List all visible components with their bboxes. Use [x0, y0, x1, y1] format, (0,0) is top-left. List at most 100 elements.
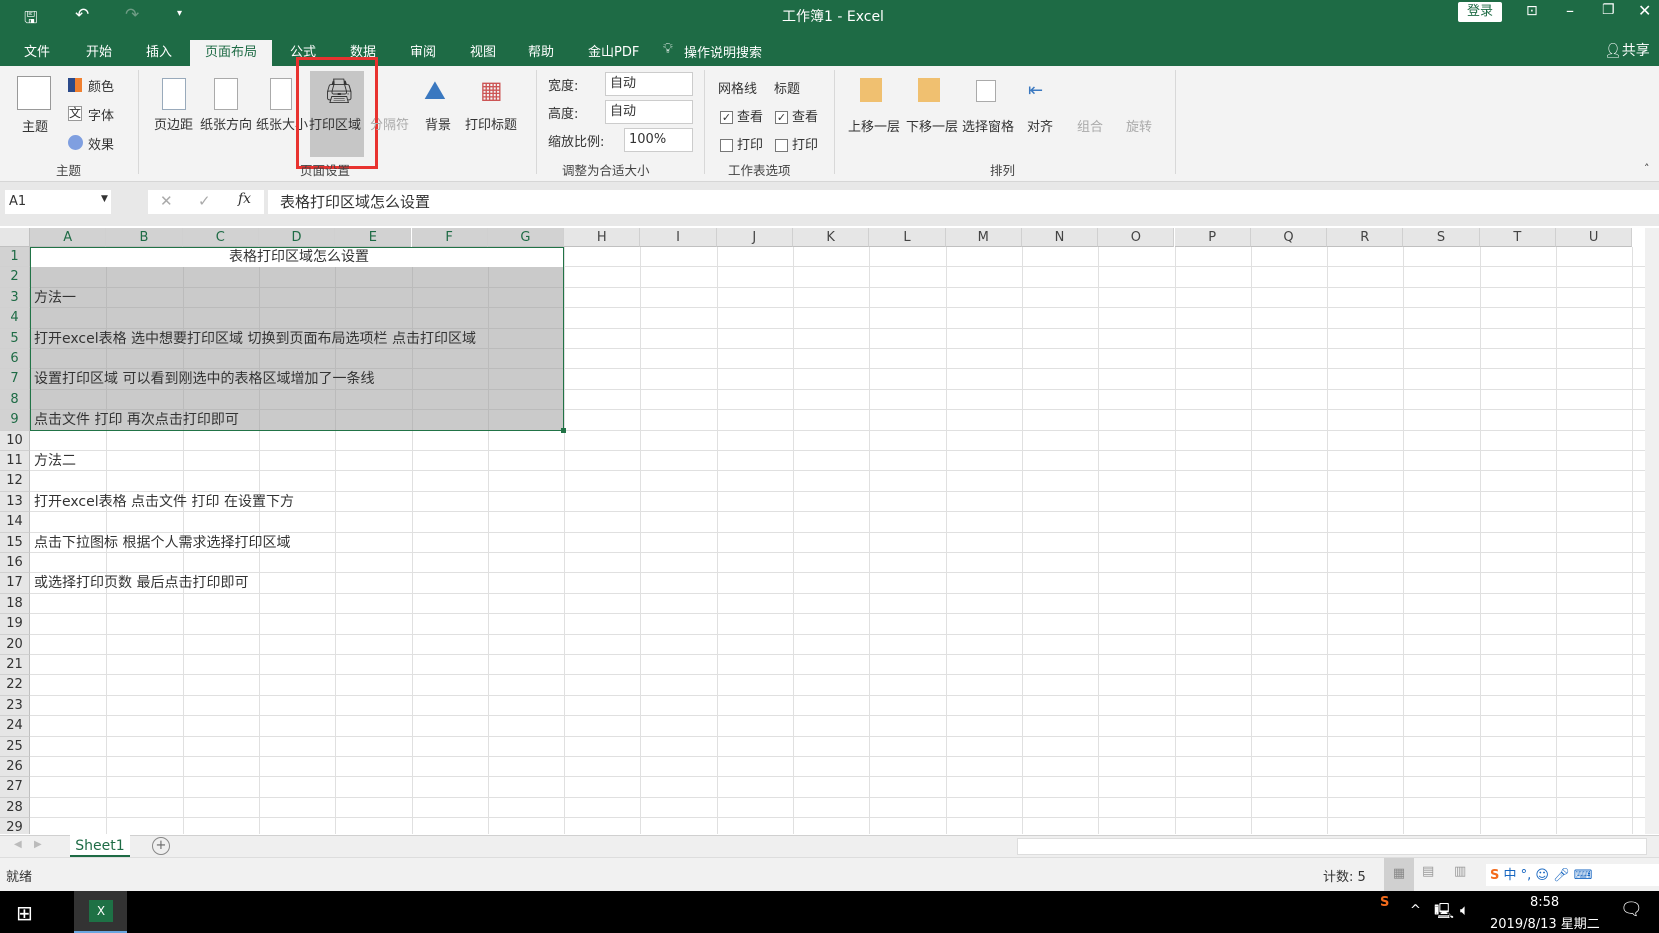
- row-header[interactable]: 6: [0, 349, 30, 370]
- column-header-I[interactable]: I: [640, 228, 717, 247]
- tell-me-search[interactable]: 操作说明搜索: [684, 42, 762, 61]
- tab-9[interactable]: 金山PDF: [578, 40, 649, 66]
- tab-2[interactable]: 插入: [136, 40, 182, 66]
- cell-text[interactable]: 打开excel表格 选中想要打印区域 切换到页面布局选项栏 点击打印区域: [30, 329, 476, 349]
- row-header[interactable]: 20: [0, 634, 30, 655]
- windows-start-icon[interactable]: ⊞: [16, 901, 33, 925]
- column-header-T[interactable]: T: [1479, 228, 1556, 247]
- tab-8[interactable]: 帮助: [518, 40, 564, 66]
- width-select[interactable]: 自动: [605, 72, 693, 96]
- column-header-R[interactable]: R: [1327, 228, 1404, 247]
- column-header-M[interactable]: M: [945, 228, 1022, 247]
- row-header[interactable]: 5: [0, 328, 30, 349]
- column-header-B[interactable]: B: [106, 228, 183, 247]
- row-header[interactable]: 15: [0, 532, 30, 553]
- column-header-F[interactable]: F: [411, 228, 488, 247]
- tab-6[interactable]: 审阅: [400, 40, 446, 66]
- cell-text[interactable]: 或选择打印页数 最后点击打印即可: [30, 573, 248, 593]
- headings-print-checkbox[interactable]: 打印: [775, 134, 818, 153]
- margins-button[interactable]: 页边距: [154, 114, 193, 133]
- close-button[interactable]: ✕: [1638, 1, 1651, 20]
- row-header[interactable]: 9: [0, 410, 30, 431]
- column-header-E[interactable]: E: [335, 228, 412, 247]
- save-icon[interactable]: 🖫: [24, 7, 38, 34]
- row-header[interactable]: 23: [0, 695, 30, 717]
- scale-stepper[interactable]: 100%: [624, 128, 693, 152]
- restore-button[interactable]: ❐: [1602, 2, 1615, 18]
- column-header-O[interactable]: O: [1098, 228, 1175, 247]
- column-header-N[interactable]: N: [1021, 228, 1099, 247]
- gridlines-print-checkbox[interactable]: 打印: [720, 134, 763, 153]
- gridlines-view-checkbox[interactable]: ✓ 查看: [720, 106, 763, 125]
- row-header[interactable]: 21: [0, 655, 30, 676]
- column-header-U[interactable]: U: [1556, 228, 1633, 247]
- cell-text[interactable]: 点击文件 打印 再次点击打印即可: [30, 410, 239, 430]
- cell-text[interactable]: 打开excel表格 点击文件 打印 在设置下方: [30, 492, 294, 512]
- row-header[interactable]: 29: [0, 818, 30, 834]
- page-layout-view-button[interactable]: ▤: [1422, 864, 1434, 879]
- row-header[interactable]: 13: [0, 491, 30, 513]
- scroll-right-icon[interactable]: ▶: [34, 839, 42, 850]
- fonts-button[interactable]: 字体: [88, 105, 114, 124]
- send-backward-button[interactable]: 下移一层: [906, 116, 958, 135]
- column-header-C[interactable]: C: [182, 228, 259, 247]
- horizontal-scrollbar[interactable]: [1017, 838, 1647, 855]
- minimize-button[interactable]: –: [1566, 1, 1574, 20]
- row-header[interactable]: 12: [0, 471, 30, 492]
- column-header-Q[interactable]: Q: [1250, 228, 1328, 247]
- tab-0[interactable]: 文件: [14, 40, 60, 66]
- formula-input[interactable]: 表格打印区域怎么设置: [268, 190, 1659, 214]
- column-header-K[interactable]: K: [793, 228, 870, 247]
- height-select[interactable]: 自动: [605, 100, 693, 124]
- sheet-tab[interactable]: Sheet1: [70, 835, 130, 857]
- row-header[interactable]: 25: [0, 736, 30, 757]
- breaks-button[interactable]: 分隔符: [370, 114, 409, 133]
- ribbon-display-icon[interactable]: ⊡: [1526, 3, 1538, 19]
- vertical-scrollbar[interactable]: [1645, 228, 1659, 834]
- tab-1[interactable]: 开始: [76, 40, 122, 66]
- column-header-P[interactable]: P: [1174, 228, 1251, 247]
- select-all-button[interactable]: [0, 228, 30, 247]
- sogou-icon[interactable]: S: [1380, 895, 1389, 910]
- cell-text[interactable]: 表格打印区域怎么设置: [30, 247, 564, 267]
- column-header-H[interactable]: H: [564, 228, 641, 247]
- scroll-left-icon[interactable]: ◀: [14, 839, 22, 850]
- column-header-J[interactable]: J: [716, 228, 793, 247]
- row-header[interactable]: 19: [0, 614, 30, 635]
- column-header-L[interactable]: L: [869, 228, 946, 247]
- cancel-icon[interactable]: ✕: [160, 192, 173, 210]
- row-header[interactable]: 28: [0, 797, 30, 819]
- column-header-S[interactable]: S: [1403, 228, 1480, 247]
- redo-icon[interactable]: ↷: [125, 5, 139, 25]
- row-header[interactable]: 7: [0, 369, 30, 390]
- excel-taskbar-button[interactable]: X: [74, 891, 127, 933]
- row-header[interactable]: 26: [0, 757, 30, 778]
- clock-time[interactable]: 8:58: [1530, 895, 1559, 910]
- row-header[interactable]: 11: [0, 451, 30, 472]
- row-header[interactable]: 17: [0, 573, 30, 594]
- row-header[interactable]: 8: [0, 389, 30, 411]
- login-button[interactable]: 登录: [1458, 2, 1502, 22]
- clock-date[interactable]: 2019/8/13 星期二: [1490, 913, 1600, 932]
- collapse-ribbon-icon[interactable]: ˄: [1644, 162, 1650, 175]
- effects-button[interactable]: 效果: [88, 134, 114, 153]
- ime-toolbar[interactable]: S 中 °, ☺ 🎤︎ ⌨: [1486, 864, 1659, 886]
- cell-text[interactable]: 方法一: [30, 288, 76, 308]
- worksheet-grid[interactable]: A B C D E F G H I J K L M N O P Q R S T U 1 2 3 4 5 6 7 8 9 10 11 12 13 14…: [0, 228, 1645, 834]
- cell-text[interactable]: 方法二: [30, 451, 76, 471]
- add-sheet-button[interactable]: +: [152, 837, 170, 855]
- selection-pane-button[interactable]: 选择窗格: [962, 116, 1014, 135]
- row-header[interactable]: 16: [0, 553, 30, 574]
- headings-view-checkbox[interactable]: ✓ 查看: [775, 106, 818, 125]
- row-header[interactable]: 10: [0, 430, 30, 451]
- group-button[interactable]: 组合: [1077, 116, 1103, 135]
- row-header[interactable]: 18: [0, 593, 30, 615]
- volume-icon[interactable]: 🔈︎: [1460, 901, 1469, 919]
- rotate-button[interactable]: 旋转: [1126, 116, 1152, 135]
- undo-icon[interactable]: ↶: [75, 5, 89, 25]
- column-header-D[interactable]: D: [258, 228, 336, 247]
- row-header[interactable]: 24: [0, 716, 30, 737]
- insert-function-button[interactable]: fx: [238, 191, 251, 207]
- fill-handle[interactable]: [561, 427, 567, 433]
- orientation-button[interactable]: 纸张方向: [200, 114, 252, 133]
